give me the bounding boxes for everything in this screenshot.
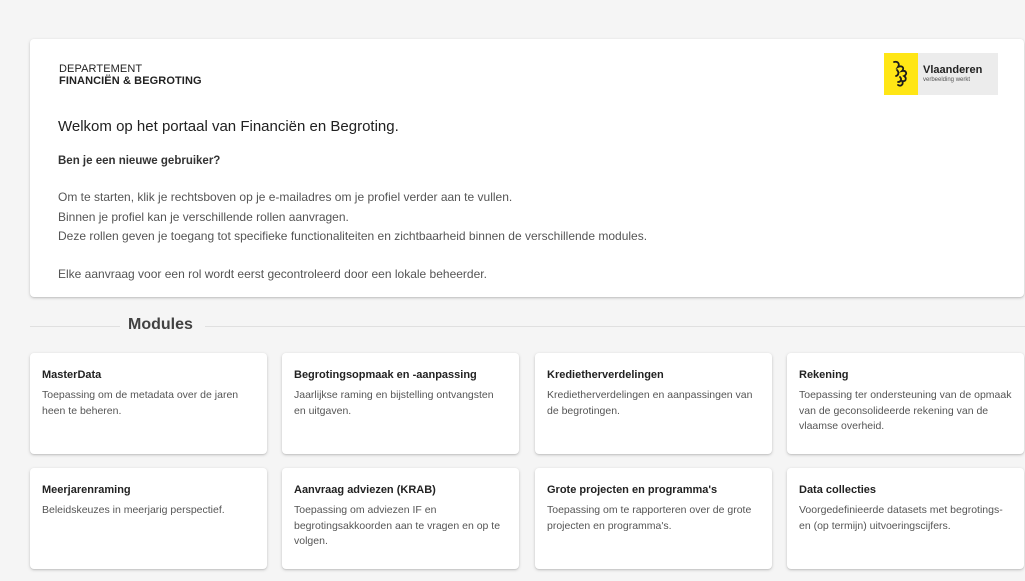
intro-line: Binnen je profiel kan je verschillende r… [58,209,349,224]
module-card-masterdata[interactable]: MasterData Toepassing om de metadata ove… [30,353,267,454]
module-description: Toepassing om de metadata over de jaren … [42,389,239,417]
approval-note: Elke aanvraag voor een rol wordt eerst g… [58,267,487,281]
department-logo: DEPARTEMENT FINANCIËN & BEGROTING [59,63,202,87]
portal-page: DEPARTEMENT FINANCIËN & BEGROTING Vlaand… [0,0,1025,581]
module-description: Toepassing om adviezen IF en begrotingsa… [294,504,501,547]
module-title: Begrotingsopmaak en -aanpassing [294,369,477,381]
module-description: Toepassing om te rapporteren over de gro… [547,504,752,532]
module-description: Jaarlijkse raming en bijstelling ontvang… [294,389,494,417]
welcome-card: DEPARTEMENT FINANCIËN & BEGROTING Vlaand… [30,39,1024,297]
flemish-lion-icon [884,53,918,95]
department-line-1: DEPARTEMENT [59,63,143,75]
module-card-rekening[interactable]: Rekening Toepassing ter ondersteuning va… [787,353,1024,454]
module-title: Meerjarenraming [42,484,131,496]
modules-divider-right [205,326,1025,327]
module-title: Grote projecten en programma's [547,484,718,496]
intro-line: Om te starten, klik je rechtsboven op je… [58,190,513,204]
page-title: Welkom op het portaal van Financiën en B… [58,118,399,135]
module-title: Rekening [799,369,849,381]
new-user-heading: Ben je een nieuwe gebruiker? [58,155,221,167]
modules-heading: Modules [128,316,193,333]
module-title: Kredietherverdelingen [547,369,664,381]
logo-tagline: verbeelding werkt [923,77,971,83]
module-title: MasterData [42,369,102,381]
module-description: Kredietherverdelingen en aanpassingen va… [547,389,753,417]
module-card-data-collecties[interactable]: Data collecties Voorgedefinieerde datase… [787,468,1024,569]
intro-text: Om te starten, klik je rechtsboven op je… [58,188,647,247]
module-card-kredietherverdelingen[interactable]: Kredietherverdelingen Kredietherverdelin… [535,353,772,454]
module-description: Toepassing ter ondersteuning van de opma… [799,389,1012,432]
module-description: Voorgedefinieerde datasets met begroting… [799,504,1003,532]
module-card-aanvraag-adviezen[interactable]: Aanvraag adviezen (KRAB) Toepassing om a… [282,468,519,569]
logo-name: Vlaanderen [923,64,983,76]
vlaanderen-logo: Vlaanderen verbeelding werkt [884,53,998,95]
modules-divider-left [30,326,120,327]
module-title: Aanvraag adviezen (KRAB) [294,484,436,496]
module-title: Data collecties [799,484,877,496]
module-card-begrotingsopmaak[interactable]: Begrotingsopmaak en -aanpassing Jaarlijk… [282,353,519,454]
department-line-2: FINANCIËN & BEGROTING [59,75,202,87]
module-card-meerjarenraming[interactable]: Meerjarenraming Beleidskeuzes in meerjar… [30,468,267,569]
module-card-grote-projecten[interactable]: Grote projecten en programma's Toepassin… [535,468,772,569]
module-description: Beleidskeuzes in meerjarig perspectief. [42,504,225,516]
intro-line: Deze rollen geven je toegang tot specifi… [58,229,648,243]
